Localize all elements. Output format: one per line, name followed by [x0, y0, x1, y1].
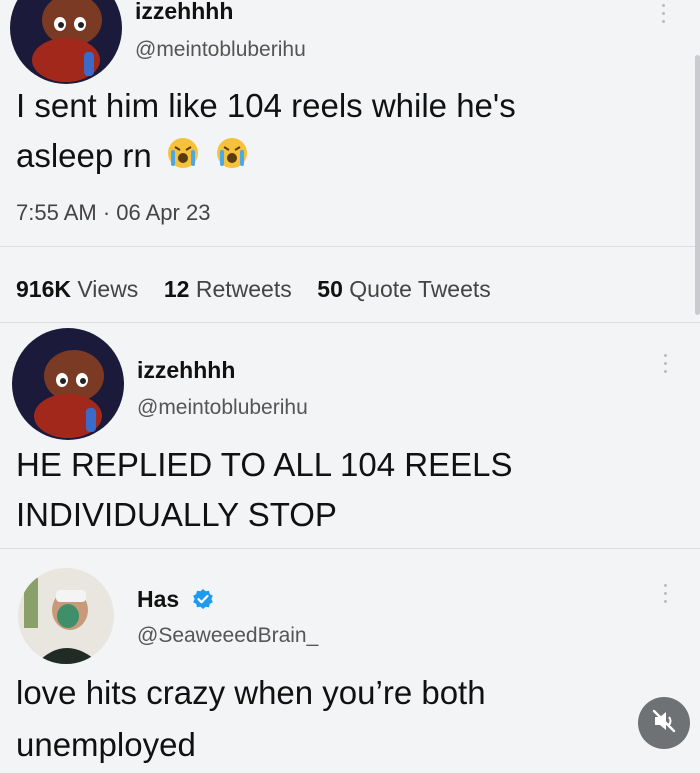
tweet-stats: 916K Views 12 Retweets 50 Quote Tweets: [16, 276, 491, 303]
username[interactable]: @meintobluberihu: [135, 38, 306, 62]
tweet-text: asleep rn: [16, 137, 152, 174]
divider: [0, 246, 700, 247]
username[interactable]: @SeaweeedBrain_: [137, 624, 318, 648]
avatar[interactable]: [18, 568, 114, 664]
retweets-stat[interactable]: 12 Retweets: [164, 276, 292, 302]
tweet-text-line-2: asleep rn: [16, 133, 250, 181]
loudly-crying-face-emoji: [165, 135, 201, 181]
loudly-crying-face-emoji: [214, 135, 250, 181]
views-count: 916K: [16, 276, 71, 302]
views-stat[interactable]: 916K Views: [16, 276, 138, 302]
avatar[interactable]: [12, 328, 124, 440]
quote-tweets-stat[interactable]: 50 Quote Tweets: [317, 276, 490, 302]
retweets-count: 12: [163, 276, 190, 302]
tweet-text-line: HE REPLIED TO ALL 104 REELS: [16, 446, 513, 483]
speaker-muted-icon: [650, 707, 678, 740]
tweet-2[interactable]: izzehhhh @meintobluberihu HE REPLIED TO …: [0, 322, 700, 547]
verified-badge-icon: [192, 588, 214, 616]
tweet-3[interactable]: Has @SeaweeedBrain_ love hits crazy when…: [0, 548, 700, 773]
retweets-label: Retweets: [195, 276, 292, 302]
views-label: Views: [77, 276, 139, 302]
display-name[interactable]: Has: [137, 586, 214, 616]
more-vertical-icon[interactable]: [663, 584, 669, 608]
display-name-text: Has: [137, 586, 180, 612]
display-name[interactable]: izzehhhh: [137, 357, 235, 384]
tweet-text-line-2: INDIVIDUALLY STOP: [16, 496, 337, 533]
username[interactable]: @meintobluberihu: [137, 396, 308, 420]
tweet-timestamp[interactable]: 7:55 AM · 06 Apr 23: [16, 200, 210, 226]
more-vertical-icon[interactable]: [661, 4, 667, 28]
tweet-1[interactable]: izzehhhh @meintobluberihu I sent him lik…: [0, 0, 700, 320]
quote-tweets-count: 50: [317, 276, 343, 302]
display-name[interactable]: izzehhhh: [135, 0, 233, 25]
tweet-text-line: love hits crazy when you’re both: [16, 674, 486, 711]
avatar[interactable]: [10, 0, 122, 84]
tweet-text-line: I sent him like 104 reels while he's: [16, 87, 516, 124]
more-vertical-icon[interactable]: [663, 354, 669, 378]
mute-button[interactable]: [638, 697, 690, 749]
tweet-text-line-2: unemployed: [16, 726, 196, 763]
quote-tweets-label: Quote Tweets: [349, 276, 491, 302]
scrollbar[interactable]: [695, 55, 700, 315]
